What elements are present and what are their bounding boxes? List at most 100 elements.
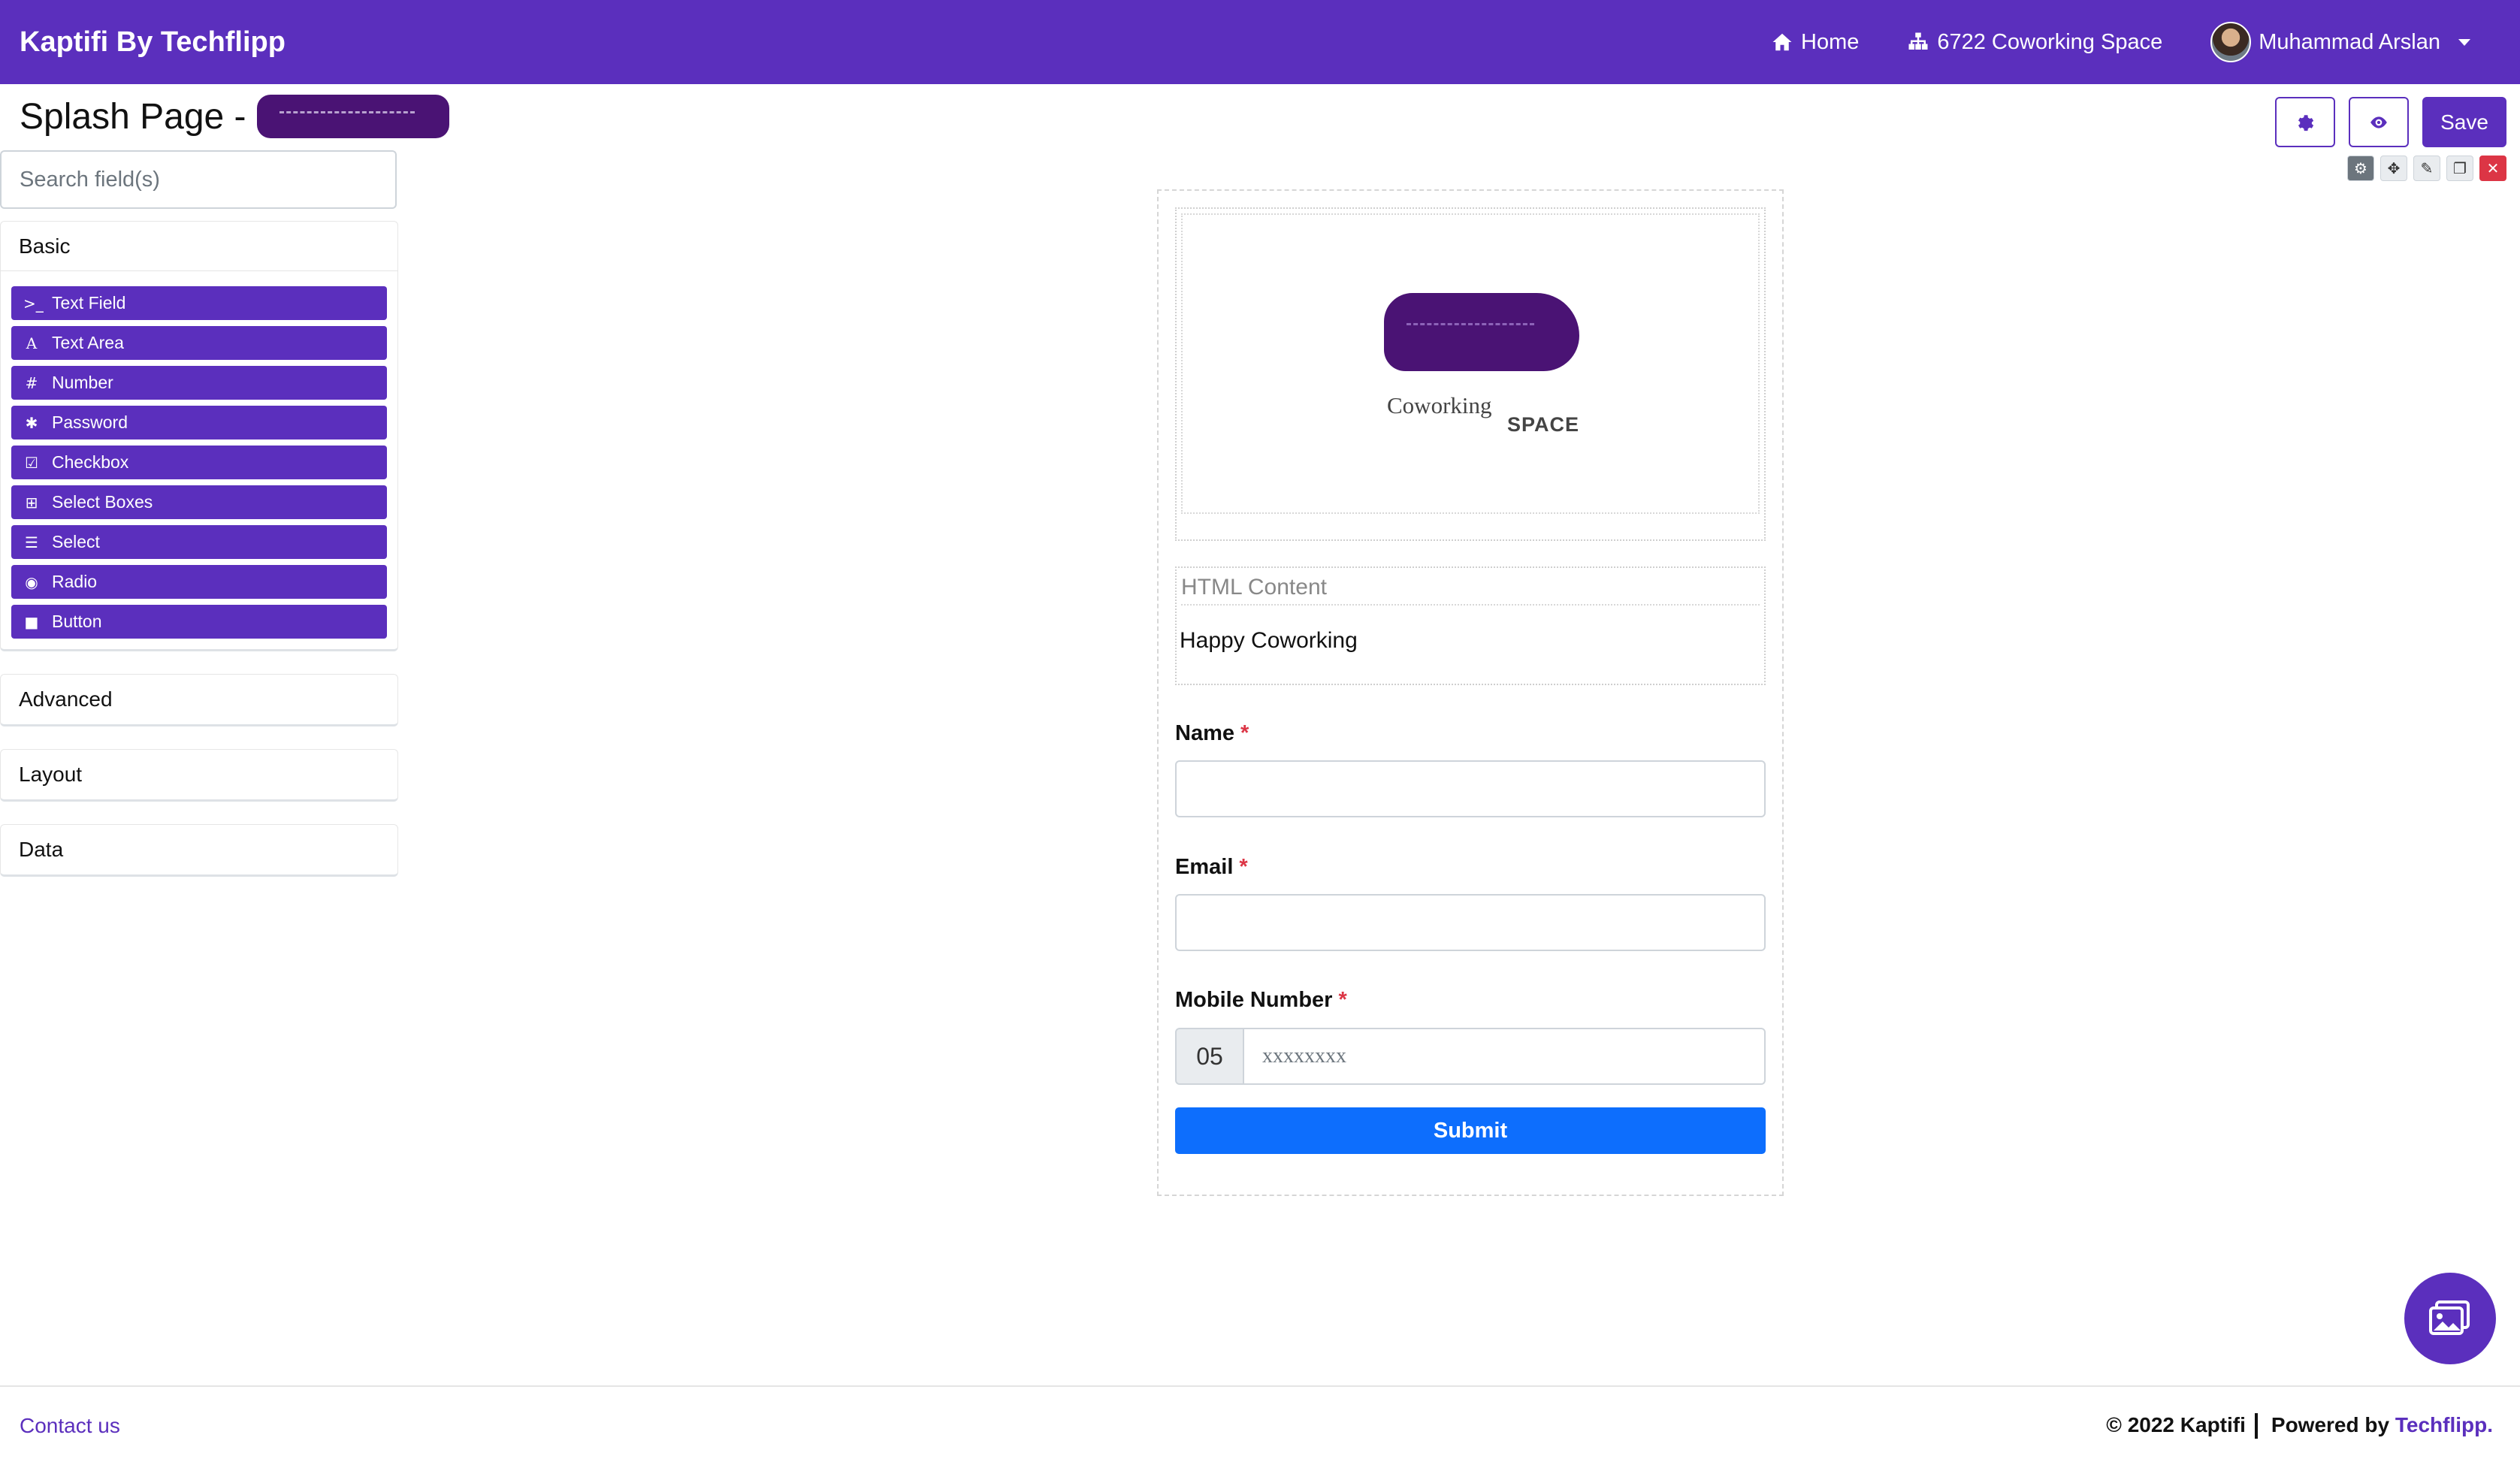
terminal-icon: >_ bbox=[23, 294, 44, 313]
field-label: Number bbox=[52, 373, 113, 392]
hashtag-icon: # bbox=[25, 373, 38, 392]
html-content-text: Happy Coworking bbox=[1180, 628, 1358, 653]
user-name: Muhammad Arslan bbox=[2259, 29, 2440, 54]
preview-button[interactable] bbox=[2349, 97, 2409, 147]
avatar bbox=[2210, 22, 2252, 62]
gear-icon bbox=[2298, 114, 2314, 131]
nav-links: Home 6722 Coworking Space Muhammad Arsla… bbox=[1771, 22, 2500, 62]
techflipp-link[interactable]: Techflipp. bbox=[2395, 1413, 2493, 1436]
submit-button[interactable]: Submit bbox=[1175, 1107, 1766, 1154]
component-move-button[interactable]: ✥ bbox=[2380, 156, 2407, 181]
nav-home-label: Home bbox=[1801, 29, 1860, 54]
form-actions: Save bbox=[2275, 97, 2506, 147]
plus-square-icon: ⊞ bbox=[25, 493, 38, 512]
logo-subtext: SPACE bbox=[1507, 413, 1580, 436]
email-label-text: Email bbox=[1175, 855, 1234, 879]
advanced-panel-header[interactable]: Advanced bbox=[1, 675, 397, 724]
required-mark: * bbox=[1239, 855, 1248, 879]
field-label: Checkbox bbox=[52, 452, 129, 472]
field-select-boxes[interactable]: ⊞ Select Boxes bbox=[11, 485, 387, 519]
html-content-label: HTML Content bbox=[1181, 571, 1760, 606]
page-title-text: Splash Page - bbox=[20, 96, 246, 137]
save-button[interactable]: Save bbox=[2422, 97, 2506, 147]
logo-text: Coworking bbox=[1387, 392, 1492, 418]
image-component[interactable]: Coworking SPACE bbox=[1175, 207, 1766, 541]
basic-panel: Basic >_ Text Field A Text Area # Number… bbox=[0, 221, 398, 651]
basic-field-list: >_ Text Field A Text Area # Number ✱ Pas… bbox=[1, 271, 397, 649]
component-settings-button[interactable]: ⚙ bbox=[2347, 156, 2374, 181]
copyright-text: © 2022 Kaptifi bbox=[2106, 1412, 2246, 1436]
footer-divider bbox=[2254, 1413, 2258, 1439]
redacted-name bbox=[256, 95, 449, 138]
field-label: Text Field bbox=[52, 293, 126, 313]
search-input[interactable] bbox=[0, 150, 397, 209]
email-label: Email * bbox=[1175, 855, 1248, 880]
stop-icon: ■ bbox=[24, 612, 39, 631]
copy-icon: ❐ bbox=[2453, 160, 2467, 177]
field-label: Select bbox=[52, 532, 100, 551]
nav-home-link[interactable]: Home bbox=[1771, 30, 1859, 55]
form-canvas: Coworking SPACE HTML Content Happy Cowor… bbox=[1157, 189, 1784, 1196]
footer-credits: © 2022 Kaptifi Powered by Techflipp. bbox=[2106, 1413, 2500, 1439]
component-toolbar: ⚙ ✥ ✎ ❐ ✕ bbox=[2347, 156, 2506, 181]
field-password[interactable]: ✱ Password bbox=[11, 406, 387, 440]
mobile-field[interactable] bbox=[1244, 1028, 1766, 1085]
redacted-logo bbox=[1384, 293, 1579, 371]
field-text-area[interactable]: A Text Area bbox=[11, 326, 387, 360]
builder-sidebar: Basic >_ Text Field A Text Area # Number… bbox=[0, 150, 398, 877]
name-label-text: Name bbox=[1175, 721, 1234, 745]
page-footer: Contact us © 2022 Kaptifi Powered by Tech… bbox=[0, 1385, 2520, 1465]
required-mark: * bbox=[1240, 721, 1249, 745]
field-radio[interactable]: ◉ Radio bbox=[11, 565, 387, 599]
field-label: Radio bbox=[52, 572, 98, 591]
field-label: Select Boxes bbox=[52, 492, 153, 512]
html-content-component[interactable]: HTML Content Happy Coworking bbox=[1175, 566, 1766, 685]
contact-link[interactable]: Contact us bbox=[20, 1414, 120, 1438]
asterisk-icon: ✱ bbox=[25, 413, 38, 432]
page-title: Splash Page - bbox=[20, 95, 449, 138]
field-label: Password bbox=[52, 412, 128, 432]
basic-panel-header[interactable]: Basic bbox=[1, 222, 397, 271]
nav-space-link[interactable]: 6722 Coworking Space bbox=[1907, 30, 2162, 55]
field-label: Text Area bbox=[52, 333, 124, 352]
mobile-input-group: 05 bbox=[1175, 1028, 1766, 1085]
field-select[interactable]: ☰ Select bbox=[11, 525, 387, 559]
eye-icon bbox=[2370, 116, 2387, 128]
media-gallery-button[interactable] bbox=[2404, 1273, 2496, 1364]
close-icon: ✕ bbox=[2486, 160, 2500, 177]
layout-panel: Layout bbox=[0, 749, 398, 802]
data-panel-header[interactable]: Data bbox=[1, 825, 397, 874]
email-field[interactable] bbox=[1175, 894, 1766, 951]
field-label: Button bbox=[52, 612, 102, 631]
field-text-field[interactable]: >_ Text Field bbox=[11, 286, 387, 320]
sitemap-icon bbox=[1908, 32, 1928, 50]
powered-by-text: Powered by bbox=[2271, 1412, 2390, 1436]
font-icon: A bbox=[26, 334, 38, 352]
home-icon bbox=[1772, 33, 1792, 51]
list-icon: ☰ bbox=[25, 533, 38, 551]
top-navbar: Kaptifi By Techflipp Home 6722 Coworking… bbox=[0, 0, 2520, 84]
component-remove-button[interactable]: ✕ bbox=[2479, 156, 2506, 181]
wrench-icon: ✎ bbox=[2420, 160, 2434, 177]
advanced-panel: Advanced bbox=[0, 674, 398, 726]
field-checkbox[interactable]: ☑ Checkbox bbox=[11, 446, 387, 479]
check-square-icon: ☑ bbox=[25, 453, 38, 472]
data-panel: Data bbox=[0, 824, 398, 877]
mobile-label-text: Mobile Number bbox=[1175, 988, 1333, 1012]
logo-image: Coworking SPACE bbox=[1181, 213, 1760, 514]
component-edit-button[interactable]: ✎ bbox=[2413, 156, 2440, 181]
field-button[interactable]: ■ Button bbox=[11, 605, 387, 639]
mobile-label: Mobile Number * bbox=[1175, 988, 1347, 1013]
name-label: Name * bbox=[1175, 721, 1249, 746]
user-menu[interactable]: Muhammad Arslan bbox=[2210, 22, 2470, 62]
required-mark: * bbox=[1338, 988, 1347, 1012]
name-field[interactable] bbox=[1175, 760, 1766, 817]
component-copy-button[interactable]: ❐ bbox=[2446, 156, 2473, 181]
settings-button[interactable] bbox=[2275, 97, 2335, 147]
mobile-prefix: 05 bbox=[1175, 1028, 1244, 1085]
nav-space-label: 6722 Coworking Space bbox=[1937, 29, 2163, 54]
brand-logo[interactable]: Kaptifi By Techflipp bbox=[20, 26, 286, 59]
field-number[interactable]: # Number bbox=[11, 366, 387, 400]
layout-panel-header[interactable]: Layout bbox=[1, 750, 397, 799]
images-icon bbox=[2429, 1300, 2470, 1335]
